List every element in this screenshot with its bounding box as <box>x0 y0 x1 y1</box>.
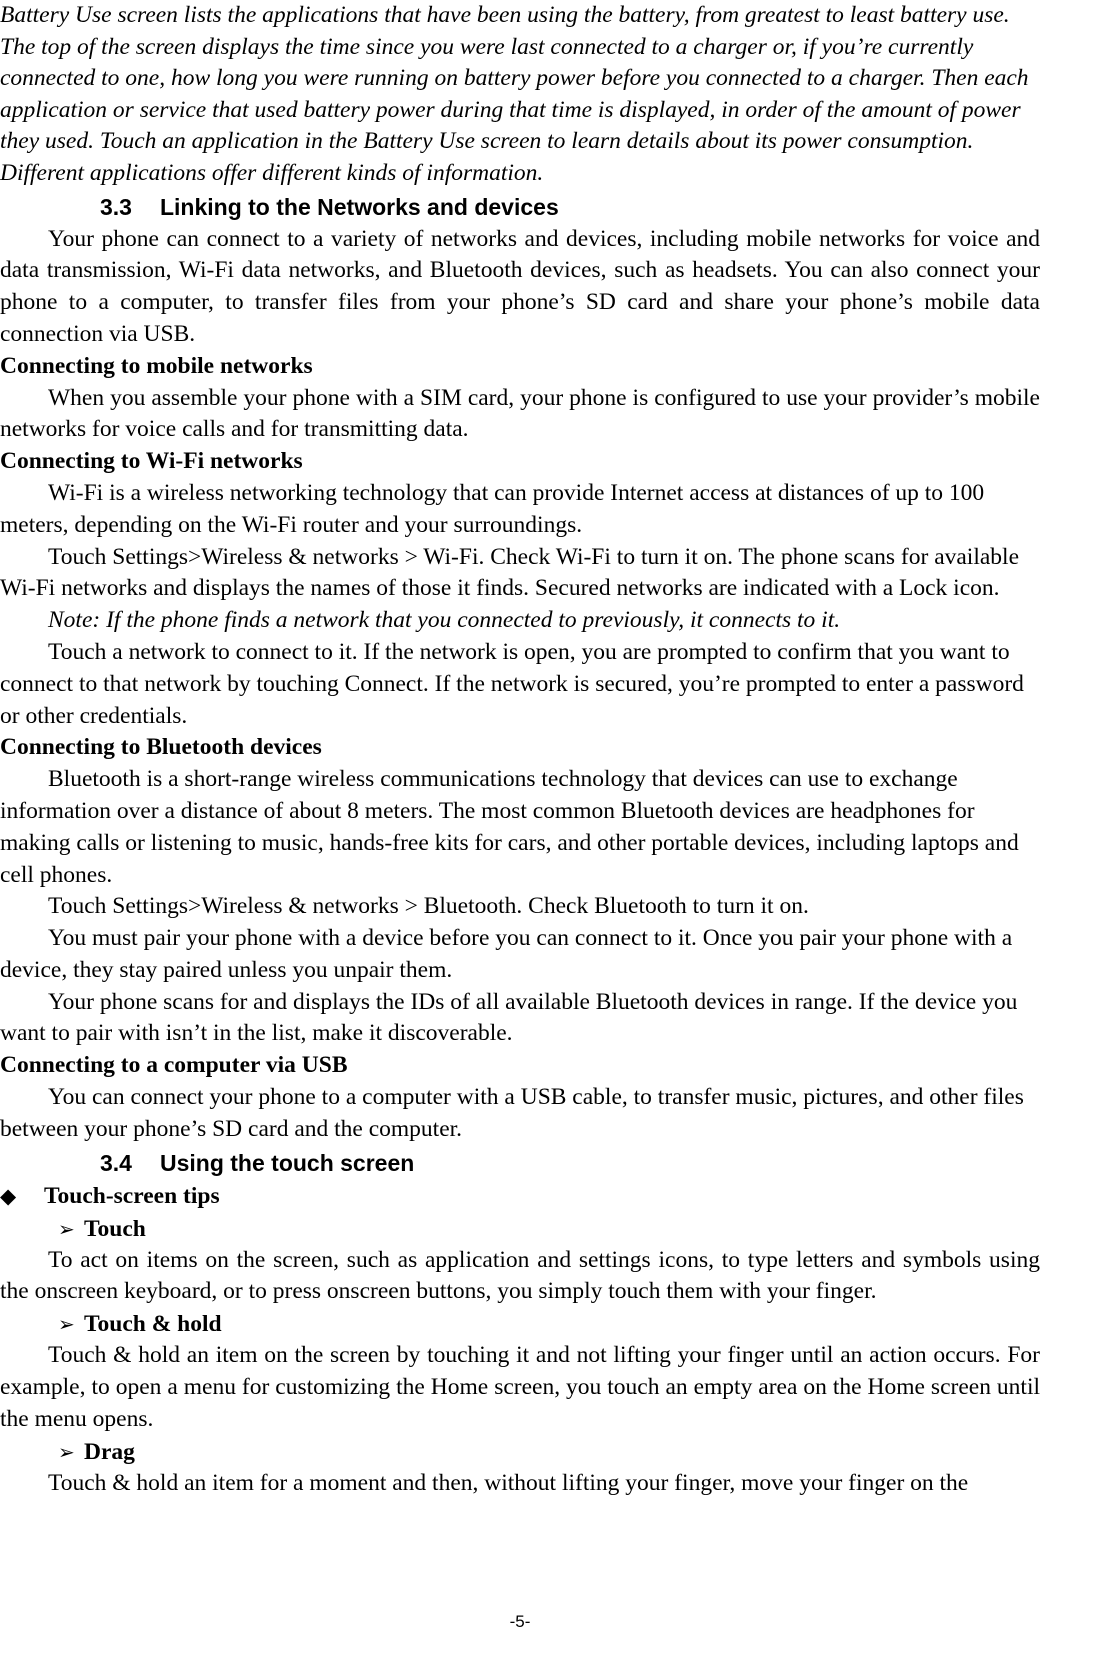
arrow-bullet-icon: ➢ <box>58 1439 75 1464</box>
bullet-label: Touch-screen tips <box>44 1182 220 1209</box>
paragraph-usb: You can connect your phone to a computer… <box>0 1084 1024 1142</box>
heading-number: 3.3 <box>100 193 132 220</box>
paragraph-bluetooth-pairing: You must pair your phone with a device b… <box>0 925 1013 983</box>
bullet-touch-and-hold: ➢ Touch & hold <box>0 1308 1040 1340</box>
bullet-label: Touch <box>84 1215 146 1242</box>
paragraph-mobile-networks: When you assemble your phone with a SIM … <box>0 384 1040 443</box>
bullet-touch: ➢ Touch <box>0 1213 1040 1245</box>
diamond-bullet-icon: ◆ <box>0 1183 17 1208</box>
bullet-drag: ➢ Drag <box>0 1436 1040 1468</box>
paragraph-bluetooth-discoverable: Your phone scans for and displays the ID… <box>0 988 1018 1047</box>
paragraph-touch-and-hold: Touch & hold an item on the screen by to… <box>0 1342 1040 1432</box>
paragraph-wifi-note: Note: If the phone finds a network that … <box>48 607 841 634</box>
subheading-connecting-bluetooth-devices: Connecting to Bluetooth devices <box>0 734 322 761</box>
bullet-touch-screen-tips: ◆ Touch-screen tips <box>0 1180 1040 1213</box>
subheading-connecting-mobile-networks: Connecting to mobile networks <box>0 352 313 379</box>
paragraph-wifi-connect: Touch a network to connect to it. If the… <box>0 638 1024 729</box>
section-3-3-intro: Your phone can connect to a variety of n… <box>0 225 1040 347</box>
heading-section-3-3: 3.3 Linking to the Networks and devices <box>0 190 1040 224</box>
document-page: Battery Use screen lists the application… <box>0 0 1096 1631</box>
bullet-label: Touch & hold <box>84 1311 222 1338</box>
paragraph-bluetooth-intro: Bluetooth is a short-range wireless comm… <box>0 766 1019 888</box>
heading-title: Linking to the Networks and devices <box>159 193 559 220</box>
arrow-bullet-icon: ➢ <box>58 1312 75 1337</box>
subheading-connecting-computer-usb: Connecting to a computer via USB <box>0 1052 348 1079</box>
heading-number: 3.4 <box>100 1149 132 1176</box>
page-number-footer: -5- <box>509 1612 531 1631</box>
paragraph-bluetooth-settings: Touch Settings>Wireless & networks > Blu… <box>48 893 809 920</box>
paragraph-wifi-settings: Touch Settings>Wireless & networks > Wi-… <box>0 543 1020 602</box>
bullet-label: Drag <box>84 1438 135 1465</box>
heading-section-3-4: 3.4 Using the touch screen <box>0 1146 1040 1180</box>
intro-paragraph: Battery Use screen lists the application… <box>0 2 1029 186</box>
subheading-connecting-wifi-networks: Connecting to Wi-Fi networks <box>0 448 303 475</box>
paragraph-wifi-intro: Wi-Fi is a wireless networking technolog… <box>0 479 985 538</box>
heading-title: Using the touch screen <box>159 1149 415 1176</box>
paragraph-drag: Touch & hold an item for a moment and th… <box>48 1469 969 1496</box>
paragraph-touch: To act on items on the screen, such as a… <box>0 1246 1040 1305</box>
arrow-bullet-icon: ➢ <box>58 1216 75 1241</box>
